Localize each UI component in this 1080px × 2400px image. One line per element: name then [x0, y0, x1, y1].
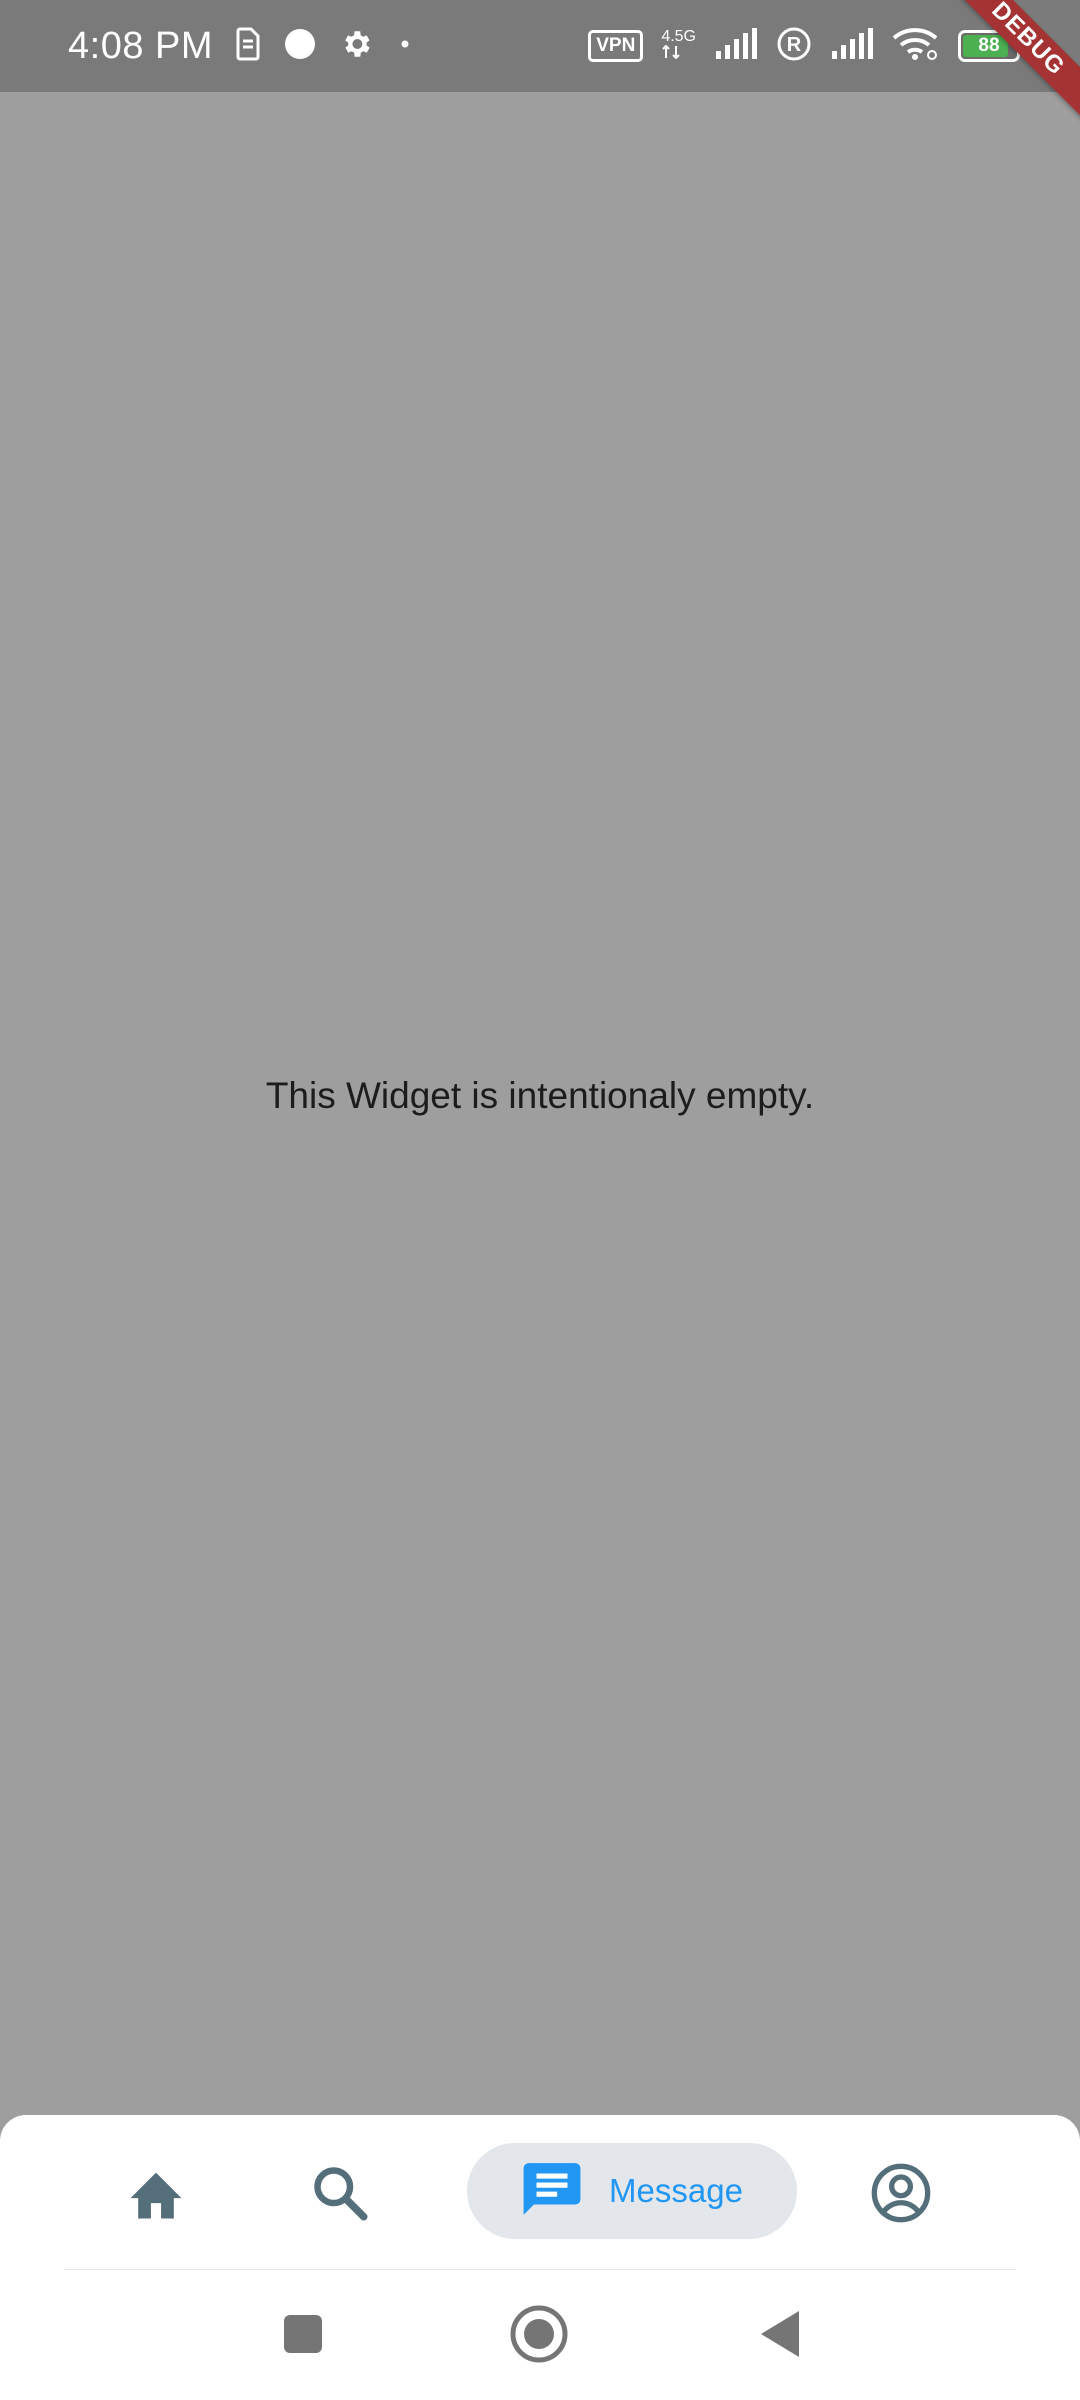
battery-level: 88	[978, 35, 1000, 56]
main-content: This Widget is intentionaly empty.	[0, 92, 1080, 2115]
wifi-icon	[892, 27, 940, 66]
back-button[interactable]	[749, 2306, 809, 2366]
bottom-navigation-bar: Message	[0, 2115, 1080, 2270]
recents-button[interactable]	[273, 2306, 333, 2366]
nav-message-label: Message	[609, 2172, 743, 2209]
home-icon	[125, 2165, 187, 2226]
roaming-icon: R	[776, 26, 812, 67]
signal-icon	[714, 27, 758, 66]
nav-search-button[interactable]	[300, 2155, 380, 2235]
status-left: 4:08 PM	[68, 25, 415, 68]
nav-message-button[interactable]: Message	[467, 2143, 797, 2239]
profile-icon	[869, 2161, 933, 2230]
back-icon	[757, 2309, 801, 2364]
status-bar: 4:08 PM VPN 4.5G R 88	[0, 0, 1080, 92]
system-home-button[interactable]	[509, 2304, 569, 2369]
dot-icon	[395, 27, 415, 66]
nav-home-button[interactable]	[116, 2155, 196, 2235]
notification-dot-icon	[283, 27, 317, 66]
empty-state-text: This Widget is intentionaly empty.	[265, 1074, 815, 1116]
nav-profile-button[interactable]	[861, 2155, 941, 2235]
network-type: 4.5G	[661, 29, 696, 63]
system-navigation-bar	[0, 2270, 1080, 2400]
home-circle-icon	[509, 2304, 569, 2369]
status-right: VPN 4.5G R 88	[588, 26, 1026, 67]
network-type-label: 4.5G	[661, 28, 696, 45]
message-icon	[521, 2158, 583, 2225]
signal-icon	[830, 27, 874, 66]
data-arrows-icon	[661, 44, 696, 63]
gear-icon	[339, 27, 373, 66]
sim-icon	[235, 27, 261, 66]
vpn-icon: VPN	[588, 30, 644, 62]
search-icon	[310, 2163, 370, 2228]
recents-icon	[283, 2314, 323, 2359]
svg-text:R: R	[787, 34, 802, 56]
status-time: 4:08 PM	[68, 24, 214, 67]
